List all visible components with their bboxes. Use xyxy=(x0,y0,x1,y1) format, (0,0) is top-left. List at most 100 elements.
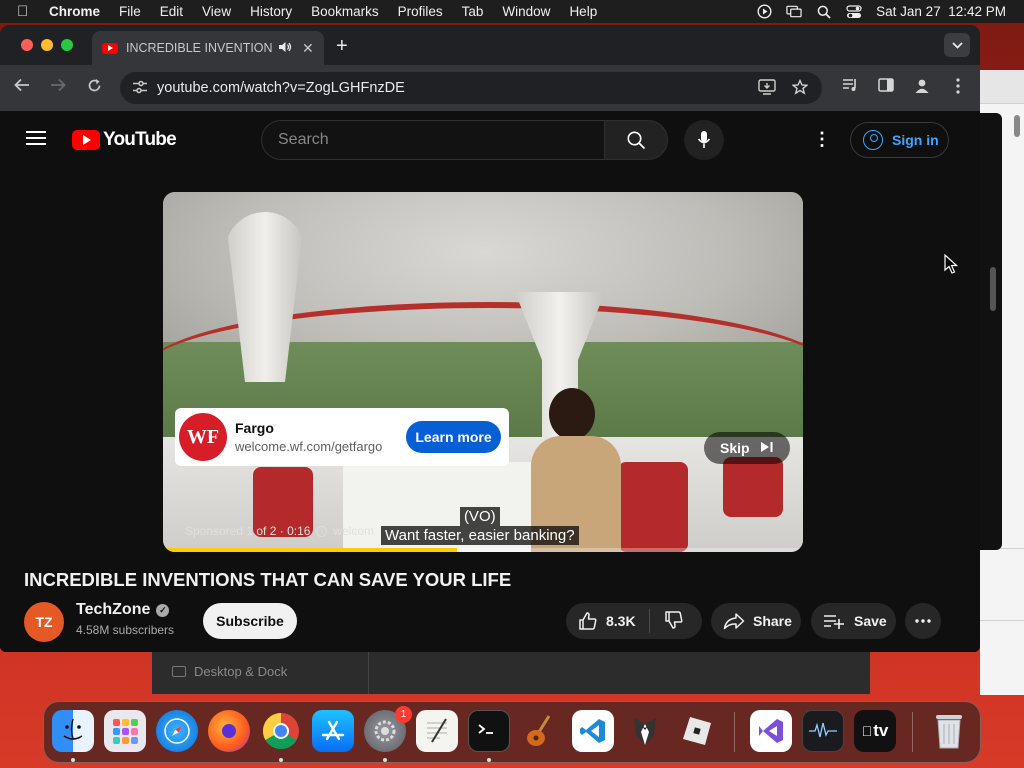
reload-button[interactable] xyxy=(84,78,104,98)
video-frame xyxy=(723,457,783,517)
share-button[interactable]: Share xyxy=(711,603,801,639)
menu-view[interactable]: View xyxy=(202,4,231,19)
finder-icon[interactable] xyxy=(52,710,94,752)
menu-bookmarks[interactable]: Bookmarks xyxy=(311,4,379,19)
vscode-icon[interactable] xyxy=(572,710,614,752)
youtube-page: YouTube Search ⋮ Sign in WF Fargo welcom… xyxy=(0,111,980,652)
youtube-wordmark: YouTube xyxy=(103,129,177,150)
channel-avatar[interactable]: TZ xyxy=(24,602,64,642)
tab-youtube[interactable]: INCREDIBLE INVENTIONS ✕ xyxy=(92,31,324,65)
url-text[interactable]: youtube.com/watch?v=ZogLGHFnzDE xyxy=(157,80,405,96)
search-input[interactable]: Search xyxy=(261,120,605,160)
spotlight-search-icon[interactable] xyxy=(816,5,832,19)
advertiser-logo: WF xyxy=(179,413,227,461)
settings-menu-icon[interactable]: ⋮ xyxy=(812,129,832,149)
menu-edit[interactable]: Edit xyxy=(160,4,183,19)
ad-info-icon[interactable]: i xyxy=(316,525,328,537)
menu-profiles[interactable]: Profiles xyxy=(398,4,443,19)
like-button[interactable]: 8.3K xyxy=(566,611,636,631)
ad-progress-bar[interactable] xyxy=(163,548,803,552)
dislike-button[interactable] xyxy=(664,610,684,633)
subscribe-button[interactable]: Subscribe xyxy=(203,603,297,639)
apple-icon[interactable]:  xyxy=(17,3,37,20)
tab-title: INCREDIBLE INVENTIONS xyxy=(126,41,272,55)
menu-window[interactable]: Window xyxy=(502,4,550,19)
youtube-play-logo-icon xyxy=(72,130,100,150)
video-player[interactable]: WF Fargo welcome.wf.com/getfargo Learn m… xyxy=(163,192,803,552)
guide-menu-icon[interactable] xyxy=(26,131,46,145)
thumbs-up-icon xyxy=(579,612,597,630)
roblox-icon[interactable] xyxy=(676,710,718,752)
chrome-window: INCREDIBLE INVENTIONS ✕ + youtube.com/wa… xyxy=(0,25,980,652)
system-settings-icon[interactable]: 1 xyxy=(364,706,412,752)
apple-tv-icon[interactable]: tv xyxy=(854,710,896,752)
address-bar[interactable]: youtube.com/watch?v=ZogLGHFnzDE xyxy=(120,72,822,104)
system-settings-window: Desktop & Dock xyxy=(152,648,870,694)
save-button[interactable]: Save xyxy=(811,603,896,639)
new-tab-button[interactable]: + xyxy=(336,35,348,58)
forward-button[interactable] xyxy=(48,78,68,97)
profile-icon[interactable] xyxy=(912,78,932,98)
control-center-icon[interactable] xyxy=(846,4,862,19)
trash-icon[interactable] xyxy=(928,710,970,752)
caption-line-1: (VO) xyxy=(459,507,500,526)
menu-app-name[interactable]: Chrome xyxy=(49,4,100,19)
youtube-logo[interactable]: YouTube xyxy=(72,129,177,151)
channel-name[interactable]: TechZone xyxy=(76,601,150,619)
menu-tab[interactable]: Tab xyxy=(462,4,484,19)
background-window-scrollbar[interactable] xyxy=(990,267,996,311)
menu-file[interactable]: File xyxy=(119,4,141,19)
voice-search-button[interactable] xyxy=(684,120,724,160)
menu-bar-clock[interactable]: Sat Jan 27 12:42 PM xyxy=(876,4,1006,19)
audio-playing-icon[interactable] xyxy=(278,41,292,56)
more-actions-button[interactable] xyxy=(905,603,941,639)
install-app-icon[interactable] xyxy=(758,79,776,99)
back-button[interactable] xyxy=(12,78,32,97)
dock-separator xyxy=(912,712,913,752)
microphone-icon xyxy=(697,131,711,148)
app-store-icon[interactable] xyxy=(312,710,354,752)
search-button[interactable] xyxy=(604,120,668,160)
ad-overlay-card[interactable]: WF Fargo welcome.wf.com/getfargo Learn m… xyxy=(175,408,509,466)
bookmark-star-icon[interactable] xyxy=(791,78,809,99)
window-minimize-button[interactable] xyxy=(41,39,53,51)
ad-domain-snippet[interactable]: welcom xyxy=(333,524,374,538)
window-close-button[interactable] xyxy=(21,39,33,51)
menu-history[interactable]: History xyxy=(250,4,292,19)
launchpad-icon[interactable] xyxy=(104,710,146,752)
alfred-icon[interactable] xyxy=(624,710,666,752)
tab-search-button[interactable] xyxy=(944,33,970,57)
side-panel-icon[interactable] xyxy=(876,78,896,96)
more-horizontal-icon xyxy=(915,619,931,623)
macos-menu-bar:  Chrome File Edit View History Bookmark… xyxy=(0,0,1024,23)
notification-badge: 1 xyxy=(395,706,412,723)
menu-help[interactable]: Help xyxy=(569,4,597,19)
tab-close-icon[interactable]: ✕ xyxy=(302,40,314,57)
visual-studio-icon[interactable] xyxy=(750,710,792,752)
sidebar-item-desktop-dock[interactable]: Desktop & Dock xyxy=(172,664,287,679)
verified-check-icon: ✓ xyxy=(156,603,170,617)
sign-in-button[interactable]: Sign in xyxy=(850,122,949,158)
garageband-icon[interactable] xyxy=(520,710,562,752)
window-zoom-button[interactable] xyxy=(61,39,73,51)
site-info-icon[interactable] xyxy=(132,80,150,97)
textedit-icon[interactable] xyxy=(416,710,458,752)
video-title: INCREDIBLE INVENTIONS THAT CAN SAVE YOUR… xyxy=(24,569,512,590)
terminal-icon[interactable] xyxy=(468,710,510,752)
firefox-icon[interactable] xyxy=(208,710,250,752)
chrome-icon[interactable] xyxy=(260,710,302,752)
screen-mirroring-icon[interactable] xyxy=(786,5,802,19)
chrome-menu-icon[interactable] xyxy=(948,78,968,98)
activity-monitor-icon[interactable] xyxy=(802,710,844,752)
safari-icon[interactable] xyxy=(156,710,198,752)
media-controls-icon[interactable] xyxy=(840,78,860,96)
learn-more-button[interactable]: Learn more xyxy=(406,421,501,453)
account-icon xyxy=(863,130,883,150)
background-window-scrollbar[interactable] xyxy=(1014,115,1020,137)
skip-next-icon xyxy=(760,441,774,456)
sign-in-label: Sign in xyxy=(892,132,939,148)
running-indicator xyxy=(383,758,387,762)
channel-name-row[interactable]: TechZone ✓ xyxy=(76,601,170,619)
skip-ad-button[interactable]: Skip xyxy=(704,432,790,464)
media-play-icon[interactable] xyxy=(756,4,772,19)
